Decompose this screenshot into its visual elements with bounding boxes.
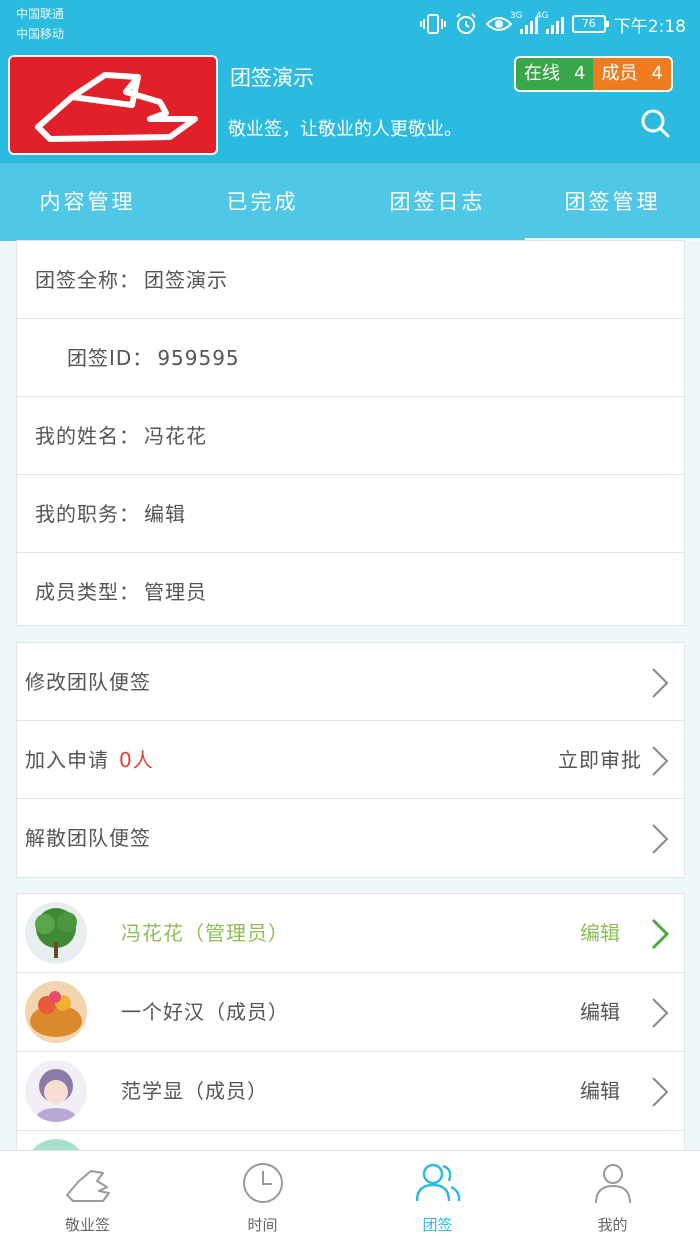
my-position-row: 我的职务： 编辑: [17, 475, 684, 553]
vibrate-icon: [419, 14, 446, 34]
online-badge[interactable]: 在线 4: [516, 58, 594, 90]
clock-icon: [242, 1163, 283, 1203]
avatar: [25, 1060, 87, 1122]
chevron-right-icon: [652, 1077, 669, 1107]
signal-4g-icon: 4G: [536, 11, 564, 34]
edit-member-button[interactable]: 编辑: [580, 894, 620, 973]
list-item[interactable]: 一个好汉（成员） 编辑: [17, 973, 684, 1052]
nav-time[interactable]: 时间: [175, 1151, 350, 1244]
avatar: [25, 981, 87, 1043]
member-name: 一个好汉（成员）: [121, 1000, 289, 1024]
carrier-1: 中国联通: [16, 7, 65, 21]
tab-team-management[interactable]: 团签管理: [525, 163, 700, 241]
join-request-count: 0人: [119, 748, 154, 772]
join-requests-button[interactable]: 加入申请 0人 立即审批: [17, 721, 684, 799]
user-icon: [594, 1164, 631, 1204]
search-icon[interactable]: [640, 108, 670, 138]
member-name: 范学显（成员）: [121, 1079, 268, 1103]
tab-team-log[interactable]: 团签日志: [350, 163, 525, 241]
bottom-nav: 敬业签 时间 团签 我的: [0, 1150, 700, 1244]
team-name: 团签演示: [230, 66, 314, 90]
team-actions-card: 修改团队便签 加入申请 0人 立即审批 解散团队便签: [16, 642, 685, 878]
nav-team[interactable]: 团签: [350, 1151, 525, 1244]
alarm-icon: [456, 13, 476, 34]
team-logo: [8, 55, 218, 155]
nav-mine[interactable]: 我的: [525, 1151, 700, 1244]
chevron-right-icon: [651, 918, 670, 950]
list-item[interactable]: 冯花花（管理员） 编辑: [17, 894, 684, 973]
status-icons: 3G 4G 76 下午2:18: [419, 10, 686, 38]
disband-team-button[interactable]: 解散团队便签: [17, 799, 684, 877]
member-list: 冯花花（管理员） 编辑 一个好汉（成员） 编辑 范学显（成员） 编辑: [16, 893, 685, 1153]
team-icon: [415, 1163, 460, 1202]
tab-completed[interactable]: 已完成: [175, 163, 350, 241]
chevron-right-icon: [652, 668, 669, 698]
note-logo-icon: [65, 1170, 110, 1202]
team-id-row: 团签ID： 959595: [17, 319, 684, 397]
member-name: 冯花花（管理员）: [121, 921, 289, 945]
edit-member-button[interactable]: 编辑: [580, 1052, 620, 1131]
member-type-row: 成员类型： 管理员: [35, 580, 207, 604]
carrier-2: 中国移动: [16, 27, 65, 41]
chevron-right-icon: [652, 824, 669, 854]
my-name-row: 我的姓名： 冯花花: [17, 397, 684, 475]
status-bar: 中国联通 中国移动 3G 4G 76 下午2:18: [0, 0, 700, 48]
team-fullname-row: 团签全称： 团签演示: [17, 241, 684, 319]
eye-icon: [485, 17, 512, 31]
approve-now-link[interactable]: 立即审批: [558, 721, 642, 799]
avatar: [25, 902, 87, 964]
app-header: 团签演示 敬业签，让敬业的人更敬业。 在线 4 成员 4: [0, 48, 700, 163]
status-badges[interactable]: 在线 4 成员 4: [514, 56, 673, 92]
tab-bar: 内容管理 已完成 团签日志 团签管理: [0, 163, 700, 241]
clock: 下午2:18: [613, 16, 686, 37]
team-info-card: 团签全称： 团签演示 团签ID： 959595 我的姓名： 冯花花 我的职务： 编辑 成…: [16, 240, 685, 626]
tab-content-management[interactable]: 内容管理: [0, 163, 175, 241]
team-slogan: 敬业签，让敬业的人更敬业。: [228, 119, 462, 140]
edit-member-button[interactable]: 编辑: [580, 973, 620, 1052]
chevron-right-icon: [652, 998, 669, 1028]
chevron-right-icon: [652, 746, 669, 776]
members-badge[interactable]: 成员 4: [593, 58, 671, 90]
battery-icon: 76: [571, 15, 609, 33]
edit-team-button[interactable]: 修改团队便签: [17, 643, 684, 721]
list-item[interactable]: 范学显（成员） 编辑: [17, 1052, 684, 1131]
nav-jingyeqian[interactable]: 敬业签: [0, 1151, 175, 1244]
